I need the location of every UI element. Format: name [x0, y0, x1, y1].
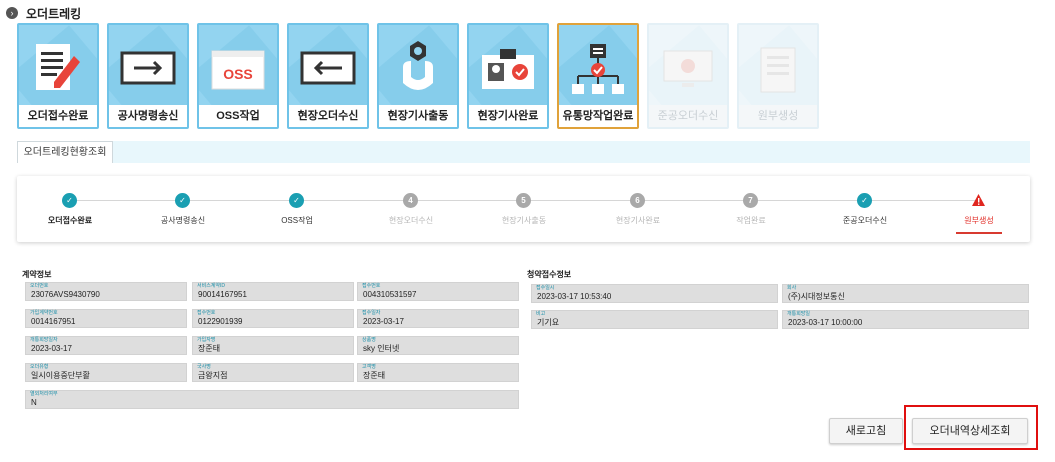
card-label: 현장기사완료	[469, 105, 547, 127]
step-technician-complete: 6 현장기사완료	[593, 176, 683, 242]
request-info-title: 청약접수정보	[527, 270, 572, 279]
page-title: 오더트레킹	[26, 6, 82, 21]
refresh-button[interactable]: 새로고침	[829, 418, 903, 444]
check-circle-icon: ✓	[289, 193, 304, 208]
document-pencil-icon	[19, 35, 97, 105]
field-desired-open-date: 개통희망일자 2023-03-17	[25, 336, 187, 355]
step-technician-dispatched: 5 현장기사출동	[479, 176, 569, 242]
field-product-name: 상품명 sky 인터넷	[357, 336, 519, 355]
card-technician-dispatched[interactable]: 현장기사출동	[377, 23, 459, 129]
card-label: 유통망작업완료	[559, 105, 637, 127]
tab-bar: 오더트레킹현황조회	[17, 141, 1030, 163]
step-number-badge: 4	[403, 193, 418, 208]
field-subscriber-name: 가입자명 장준태	[192, 336, 354, 355]
card-technician-complete[interactable]: 현장기사완료	[467, 23, 549, 129]
id-badge-check-icon	[469, 35, 547, 105]
step-number-badge: 6	[630, 193, 645, 208]
card-label: 원부생성	[739, 105, 817, 127]
step-number-badge: 5	[516, 193, 531, 208]
check-circle-icon: ✓	[175, 193, 190, 208]
step-work-complete: 7 작업완료	[706, 176, 796, 242]
field-exception-flag: 열외처리여부 N	[25, 390, 519, 409]
card-label: 오더접수완료	[19, 105, 97, 127]
card-label: 현장기사출동	[379, 105, 457, 127]
card-completion-order-received: 준공오더수신	[647, 23, 729, 129]
active-step-underline	[956, 232, 1002, 234]
chevron-right-icon[interactable]: ›	[6, 7, 18, 19]
step-oss-work: ✓ OSS작업	[252, 176, 342, 242]
step-number-badge: 7	[743, 193, 758, 208]
oss-window-icon: OSS	[199, 35, 277, 105]
field-branch-name: 국사명 금왕지점	[192, 363, 354, 382]
check-circle-icon: ✓	[857, 193, 872, 208]
step-field-order-received: 4 현장오더수신	[366, 176, 456, 242]
card-construction-order-sent[interactable]: 공사명령송신	[107, 23, 189, 129]
check-circle-icon: ✓	[62, 193, 77, 208]
field-company: 회사 (주)시대정보통신	[782, 284, 1029, 303]
field-receipt-number: 접수번호 004310531597	[357, 282, 519, 301]
svg-text:OSS: OSS	[223, 66, 253, 82]
step-ledger-created: 원부생성	[934, 176, 1024, 242]
field-receipt-date: 접수일자 2023-03-17	[357, 309, 519, 328]
arrow-right-box-icon	[109, 35, 187, 105]
wrench-icon	[379, 35, 457, 105]
field-receipt-number-2: 접수번호 0122901939	[192, 309, 354, 328]
field-service-contract-id: 서비스계약ID 90014167951	[192, 282, 354, 301]
tab-order-tracking-status[interactable]: 오더트레킹현황조회	[17, 141, 113, 163]
step-construction-order-sent: ✓ 공사명령송신	[138, 176, 228, 242]
contract-info-title: 계약정보	[22, 270, 52, 279]
card-order-received[interactable]: 오더접수완료	[17, 23, 99, 129]
field-desired-open-datetime: 개통희망일 2023-03-17 10:00:00	[782, 310, 1029, 329]
warning-icon	[971, 193, 986, 208]
field-customer-name: 고객명 장준태	[357, 363, 519, 382]
field-receipt-datetime: 접수일시 2023-03-17 10:53:40	[531, 284, 778, 303]
page-header: › 오더트레킹	[6, 5, 81, 21]
card-field-order-received[interactable]: 현장오더수신	[287, 23, 369, 129]
card-label: OSS작업	[199, 105, 277, 127]
monitor-check-icon	[649, 35, 727, 105]
card-distribution-complete[interactable]: 유통망작업완료	[557, 23, 639, 129]
card-oss-work[interactable]: OSS OSS작업	[197, 23, 279, 129]
step-order-received: ✓ 오더접수완료	[25, 176, 115, 242]
field-remarks: 비고 기기요	[531, 310, 778, 329]
checklist-icon	[739, 35, 817, 105]
card-label: 현장오더수신	[289, 105, 367, 127]
field-subscription-number: 가입계약번호 0014167951	[25, 309, 187, 328]
card-label: 공사명령송신	[109, 105, 187, 127]
card-label: 준공오더수신	[649, 105, 727, 127]
card-ledger-created: 원부생성	[737, 23, 819, 129]
field-order-type: 오더유형 일시이용중단부활	[25, 363, 187, 382]
step-completion-order-received: ✓ 준공오더수신	[820, 176, 910, 242]
progress-stepper: ✓ 오더접수완료 ✓ 공사명령송신 ✓ OSS작업 4 현장오더수신 5 현장기…	[17, 176, 1030, 242]
network-check-icon	[559, 35, 637, 105]
highlight-box	[904, 405, 1038, 450]
arrow-left-box-icon	[289, 35, 367, 105]
field-order-number: 오더번호 23076AVS9430790	[25, 282, 187, 301]
